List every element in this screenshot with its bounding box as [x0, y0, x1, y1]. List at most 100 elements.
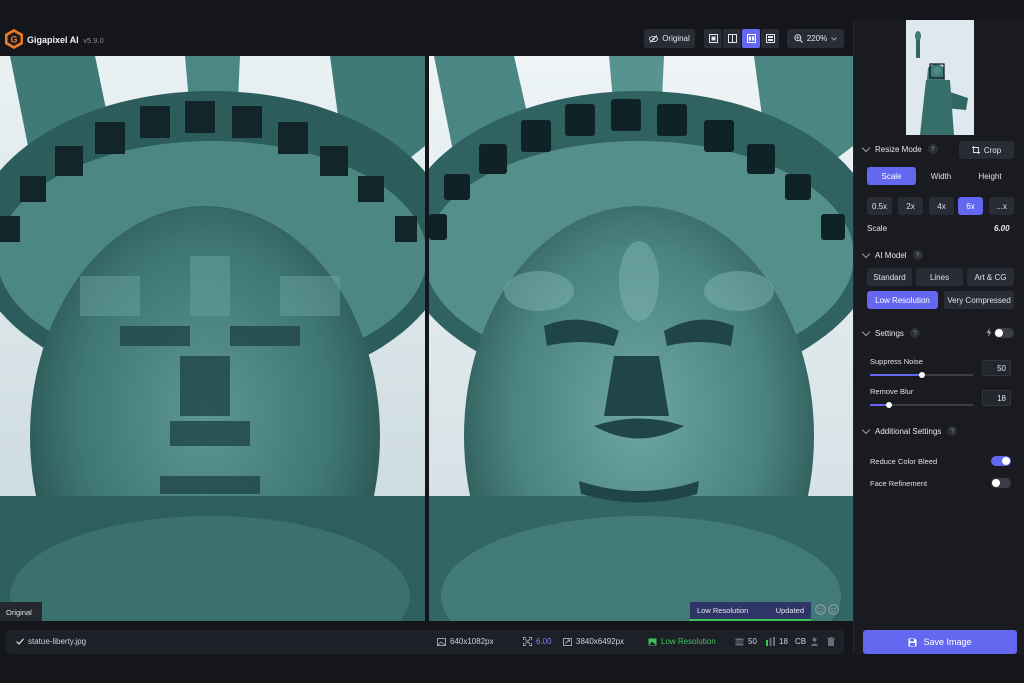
face-refinement-label: Face Refinement [870, 479, 928, 488]
face-refinement-toggle[interactable] [991, 478, 1011, 488]
save-image-button[interactable]: Save Image [863, 630, 1017, 654]
side-by-side-view-icon [746, 34, 756, 43]
suppress-noise-handle[interactable] [918, 372, 925, 378]
model-image-icon [648, 638, 657, 645]
scale-readout-value: 6.00 [536, 637, 552, 646]
suppress-noise-input[interactable]: 50 [982, 360, 1011, 376]
single-view-button[interactable] [704, 29, 722, 48]
original-toggle-label: Original [662, 34, 690, 43]
model-readout: Low Resolution [648, 637, 716, 646]
save-disk-icon [908, 638, 917, 646]
chevron-down-icon [861, 425, 871, 434]
original-image-pane[interactable] [0, 56, 425, 621]
reduce-color-bleed-toggle[interactable] [991, 456, 1011, 466]
chevron-down-icon [831, 36, 838, 41]
blur-bars-icon [766, 637, 775, 646]
split-view-button[interactable] [723, 29, 741, 48]
original-toggle-button[interactable]: Original [644, 29, 695, 48]
zoom-icon [794, 34, 803, 43]
ai-model-header[interactable]: AI Model ? [861, 249, 923, 260]
preset-0-5x-button[interactable]: 0.5x [867, 197, 892, 215]
delete-file-button[interactable] [827, 637, 835, 646]
remove-blur-input[interactable]: 18 [982, 390, 1011, 406]
suppress-noise-slider[interactable] [870, 372, 973, 378]
split-view-icon [727, 34, 737, 43]
original-tag: Original [0, 602, 42, 621]
mode-scale-button[interactable]: Scale [867, 167, 916, 185]
chevron-down-icon [861, 327, 871, 336]
output-size-value: 3840x6492px [576, 637, 625, 646]
color-bleed-value: CB [795, 637, 807, 646]
face-compare-icon[interactable] [828, 604, 839, 615]
settings-panel: Resize Mode ? Crop Scale Width Height 0.… [853, 20, 1024, 654]
model-low-resolution-button[interactable]: Low Resolution [867, 291, 938, 309]
face-user-icon [810, 637, 819, 646]
mode-height-button[interactable]: Height [966, 167, 1014, 185]
blur-readout-value: 18 [779, 637, 788, 646]
navigator-thumbnail[interactable] [906, 20, 974, 135]
zoom-dropdown[interactable]: 220% [787, 29, 844, 48]
model-standard-button[interactable]: Standard [867, 268, 912, 286]
file-entry[interactable]: statue-liberty.jpg [16, 637, 86, 646]
remove-blur-handle[interactable] [885, 402, 892, 408]
preset-4x-button[interactable]: 4x [929, 197, 954, 215]
grid-view-button[interactable] [761, 29, 779, 48]
suppress-noise-label: Suppress Noise [870, 357, 923, 366]
noise-readout-value: 50 [748, 637, 757, 646]
crop-button[interactable]: Crop [959, 141, 1014, 159]
trash-icon [827, 637, 835, 646]
help-icon[interactable]: ? [927, 144, 938, 154]
color-bleed-readout: CB [795, 637, 819, 646]
auto-settings-toggle[interactable] [994, 328, 1014, 338]
auto-lightning-icon [986, 328, 992, 337]
app-title: Gigapixel AI v5.9.0 [27, 35, 104, 45]
grid-view-icon [765, 34, 775, 43]
noise-readout: 50 [735, 637, 757, 646]
app-version: v5.9.0 [83, 36, 104, 45]
update-status-label: Updated [775, 606, 804, 615]
face-detect-icon[interactable] [815, 604, 826, 615]
file-status-bar[interactable]: statue-liberty.jpg 640x1082px 6.00 3840x… [6, 630, 844, 654]
app-name: Gigapixel AI [27, 35, 79, 45]
suppress-noise-fill [870, 374, 922, 376]
model-readout-value: Low Resolution [661, 637, 716, 646]
check-icon [16, 638, 24, 645]
remove-blur-slider[interactable] [870, 402, 973, 408]
settings-label: Settings [875, 328, 904, 338]
help-icon[interactable]: ? [947, 426, 958, 436]
model-lines-button[interactable]: Lines [916, 268, 963, 286]
preset-2x-button[interactable]: 2x [898, 197, 923, 215]
input-size-value: 640x1082px [450, 637, 494, 646]
statue-thumbnail-image [906, 20, 974, 135]
crop-icon [971, 146, 980, 154]
processed-image-pane[interactable] [429, 56, 853, 621]
preset-6x-button[interactable]: 6x [958, 197, 983, 215]
chevron-down-icon [861, 249, 871, 258]
svg-text:G: G [10, 35, 17, 45]
scale-value[interactable]: 6.00 [994, 224, 1010, 233]
model-tag-label: Low Resolution [697, 606, 749, 615]
input-size: 640x1082px [437, 637, 494, 646]
resize-mode-label: Resize Mode [875, 144, 922, 154]
preset-custom-button[interactable]: ...x [989, 197, 1014, 215]
additional-settings-header[interactable]: Additional Settings ? [861, 425, 958, 436]
side-by-side-view-button[interactable] [742, 29, 760, 48]
face-icon-group [815, 604, 839, 615]
resize-mode-header[interactable]: Resize Mode ? [861, 143, 938, 154]
scale-readout: 6.00 [523, 637, 552, 646]
help-icon[interactable]: ? [909, 328, 920, 338]
settings-header[interactable]: Settings ? [861, 327, 920, 338]
model-status-tag: Low Resolution Updated [690, 602, 811, 621]
crop-label: Crop [983, 145, 1002, 155]
help-icon[interactable]: ? [912, 250, 923, 260]
input-image-icon [437, 637, 446, 646]
chevron-down-icon [861, 143, 871, 152]
remove-blur-label: Remove Blur [870, 387, 914, 396]
model-very-compressed-button[interactable]: Very Compressed [944, 291, 1014, 309]
view-mode-group [704, 29, 779, 48]
additional-settings-label: Additional Settings [875, 426, 942, 436]
top-bar: G Gigapixel AI v5.9.0 Original 220% [0, 20, 853, 56]
gigapixel-logo-icon: G [5, 29, 23, 49]
mode-width-button[interactable]: Width [917, 167, 965, 185]
model-art-cg-button[interactable]: Art & CG [967, 268, 1014, 286]
